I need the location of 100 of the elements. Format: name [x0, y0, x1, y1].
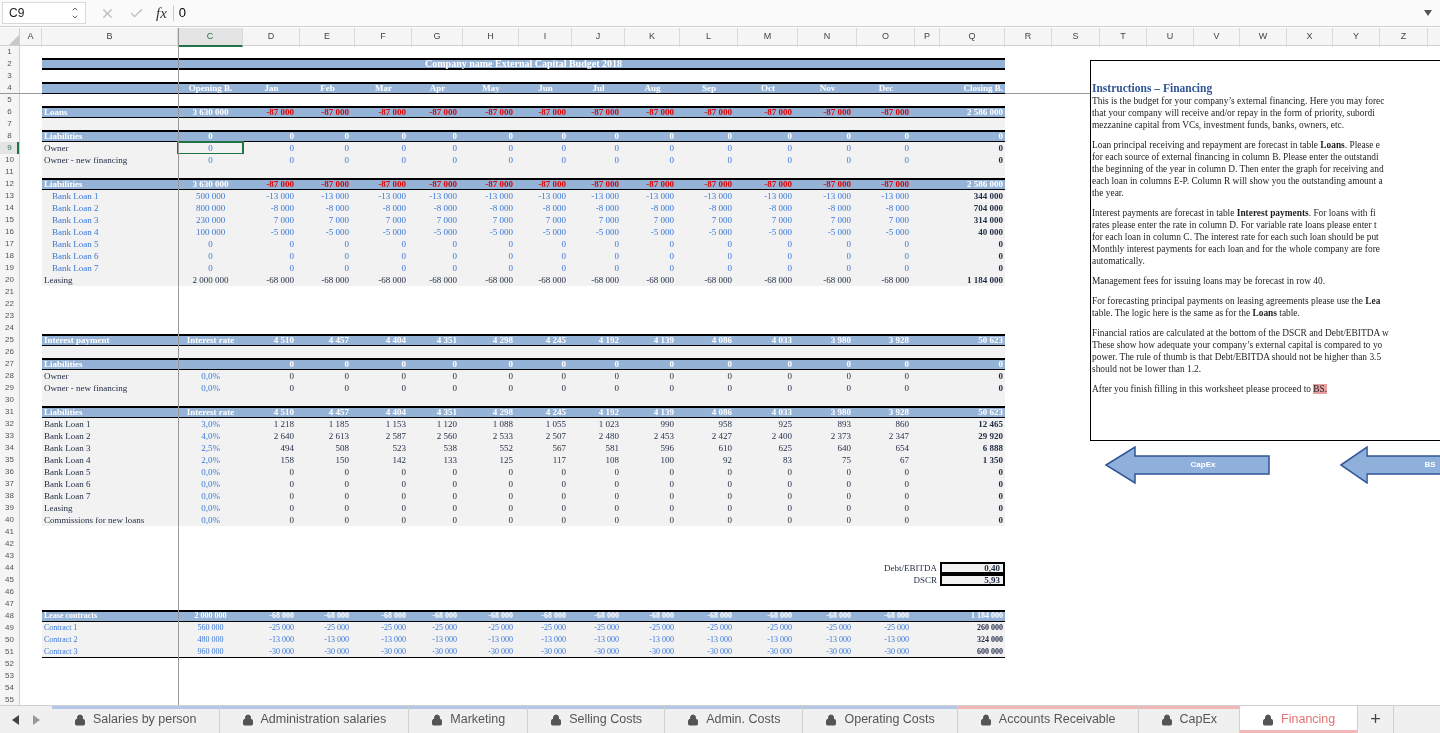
column-header[interactable]: E	[300, 28, 355, 47]
sheet-tab[interactable]: CapEx	[1138, 706, 1241, 733]
column-header[interactable]: O	[857, 28, 915, 47]
row-number[interactable]: 26	[0, 346, 20, 358]
column-header[interactable]: G	[412, 28, 463, 47]
column-header[interactable]: D	[243, 28, 300, 47]
column-header[interactable]: P	[915, 28, 940, 47]
sheet-tab[interactable]: Admin. Costs	[665, 706, 804, 733]
column-header[interactable]: X	[1287, 28, 1333, 47]
row-number[interactable]: 33	[0, 430, 20, 442]
column-header[interactable]: S	[1052, 28, 1100, 47]
row-number[interactable]: 44	[0, 562, 20, 574]
stepper-icon[interactable]	[71, 5, 79, 21]
row-number[interactable]: 51	[0, 646, 20, 658]
row-number[interactable]: 16	[0, 226, 20, 238]
sheet-tab[interactable]: Marketing	[409, 706, 529, 733]
row-number[interactable]: 28	[0, 370, 20, 382]
row-number[interactable]: 22	[0, 298, 20, 310]
row-number[interactable]: 12	[0, 178, 20, 190]
sheet-tab[interactable]: Administration salaries	[219, 706, 410, 733]
row-number[interactable]: 9	[0, 142, 20, 154]
row-number[interactable]: 45	[0, 574, 20, 586]
row-number[interactable]: 29	[0, 382, 20, 394]
column-header[interactable]: C	[178, 28, 243, 47]
row-number[interactable]: 1	[0, 46, 20, 58]
row-number[interactable]: 52	[0, 658, 20, 670]
row-number[interactable]: 42	[0, 538, 20, 550]
row-number[interactable]: 7	[0, 118, 20, 130]
row-number[interactable]: 11	[0, 166, 20, 178]
row-number[interactable]: 23	[0, 310, 20, 322]
name-box[interactable]: C9	[2, 2, 86, 24]
column-header[interactable]: J	[572, 28, 625, 47]
row-number[interactable]: 27	[0, 358, 20, 370]
column-header[interactable]: Y	[1333, 28, 1380, 47]
row-number[interactable]: 48	[0, 610, 20, 622]
table-cell-text: 0	[507, 262, 514, 274]
column-header[interactable]: Q	[940, 28, 1005, 47]
previous-sheet-icon[interactable]	[12, 714, 19, 725]
column-header[interactable]: F	[355, 28, 412, 47]
row-number[interactable]: 50	[0, 634, 20, 646]
row-number[interactable]: 17	[0, 238, 20, 250]
function-button[interactable]: fx	[156, 1, 167, 25]
column-header[interactable]: U	[1147, 28, 1194, 47]
row-number[interactable]: 39	[0, 502, 20, 514]
row-number[interactable]: 31	[0, 406, 20, 418]
row-number[interactable]: 54	[0, 682, 20, 694]
column-header[interactable]: K	[625, 28, 680, 47]
column-header[interactable]: Z	[1380, 28, 1428, 47]
sheet-tab[interactable]: Operating Costs	[803, 706, 958, 733]
row-number[interactable]: 25	[0, 334, 20, 346]
row-number[interactable]: 32	[0, 418, 20, 430]
row-number[interactable]: 5	[0, 94, 20, 106]
sheet-tab[interactable]: Accounts Receivable	[957, 706, 1139, 733]
column-header[interactable]: R	[1005, 28, 1052, 47]
row-number[interactable]: 24	[0, 322, 20, 334]
row-number[interactable]: 35	[0, 454, 20, 466]
row-number[interactable]: 8	[0, 130, 20, 142]
row-number[interactable]: 38	[0, 490, 20, 502]
row-number[interactable]: 20	[0, 274, 20, 286]
column-header[interactable]: I	[519, 28, 572, 47]
column-header[interactable]: A	[20, 28, 42, 47]
table-cell-text: 0	[997, 130, 1004, 142]
row-number[interactable]: 47	[0, 598, 20, 610]
row-number[interactable]: 36	[0, 466, 20, 478]
row-number[interactable]: 15	[0, 214, 20, 226]
column-header[interactable]: N	[798, 28, 857, 47]
row-number[interactable]: 10	[0, 154, 20, 166]
row-number[interactable]: 4	[0, 82, 20, 93]
row-number[interactable]: 53	[0, 670, 20, 682]
row-number[interactable]: 34	[0, 442, 20, 454]
dropdown-icon[interactable]	[1424, 10, 1432, 16]
row-number[interactable]: 43	[0, 550, 20, 562]
row-number[interactable]: 46	[0, 586, 20, 598]
row-number[interactable]: 19	[0, 262, 20, 274]
formula-field[interactable]: 0	[178, 3, 1424, 23]
row-number[interactable]: 3	[0, 70, 20, 82]
column-header[interactable]: W	[1240, 28, 1287, 47]
row-number[interactable]: 40	[0, 514, 20, 526]
row-number[interactable]: 18	[0, 250, 20, 262]
table-cell-text: 2 480	[597, 430, 620, 442]
row-number[interactable]: 41	[0, 526, 20, 538]
row-number[interactable]: 2	[0, 58, 20, 70]
sheet-tab[interactable]: Salaries by person	[52, 706, 220, 733]
row-number[interactable]: 13	[0, 190, 20, 202]
row-number[interactable]: 14	[0, 202, 20, 214]
column-header[interactable]: T	[1100, 28, 1147, 47]
add-sheet-button[interactable]: +	[1358, 706, 1394, 733]
column-header[interactable]: H	[463, 28, 519, 47]
row-number[interactable]: 37	[0, 478, 20, 490]
selected-cell[interactable]: 0	[178, 142, 243, 154]
row-number[interactable]: 49	[0, 622, 20, 634]
row-number[interactable]: 30	[0, 394, 20, 406]
sheet-tab[interactable]: Selling Costs	[528, 706, 666, 733]
next-sheet-icon[interactable]	[33, 714, 40, 725]
row-number[interactable]: 21	[0, 286, 20, 298]
column-header[interactable]: M	[738, 28, 798, 47]
column-header[interactable]: L	[680, 28, 738, 47]
column-header[interactable]: V	[1194, 28, 1240, 47]
row-number[interactable]: 6	[0, 106, 20, 118]
sheet-link[interactable]: BS.	[1313, 384, 1328, 394]
